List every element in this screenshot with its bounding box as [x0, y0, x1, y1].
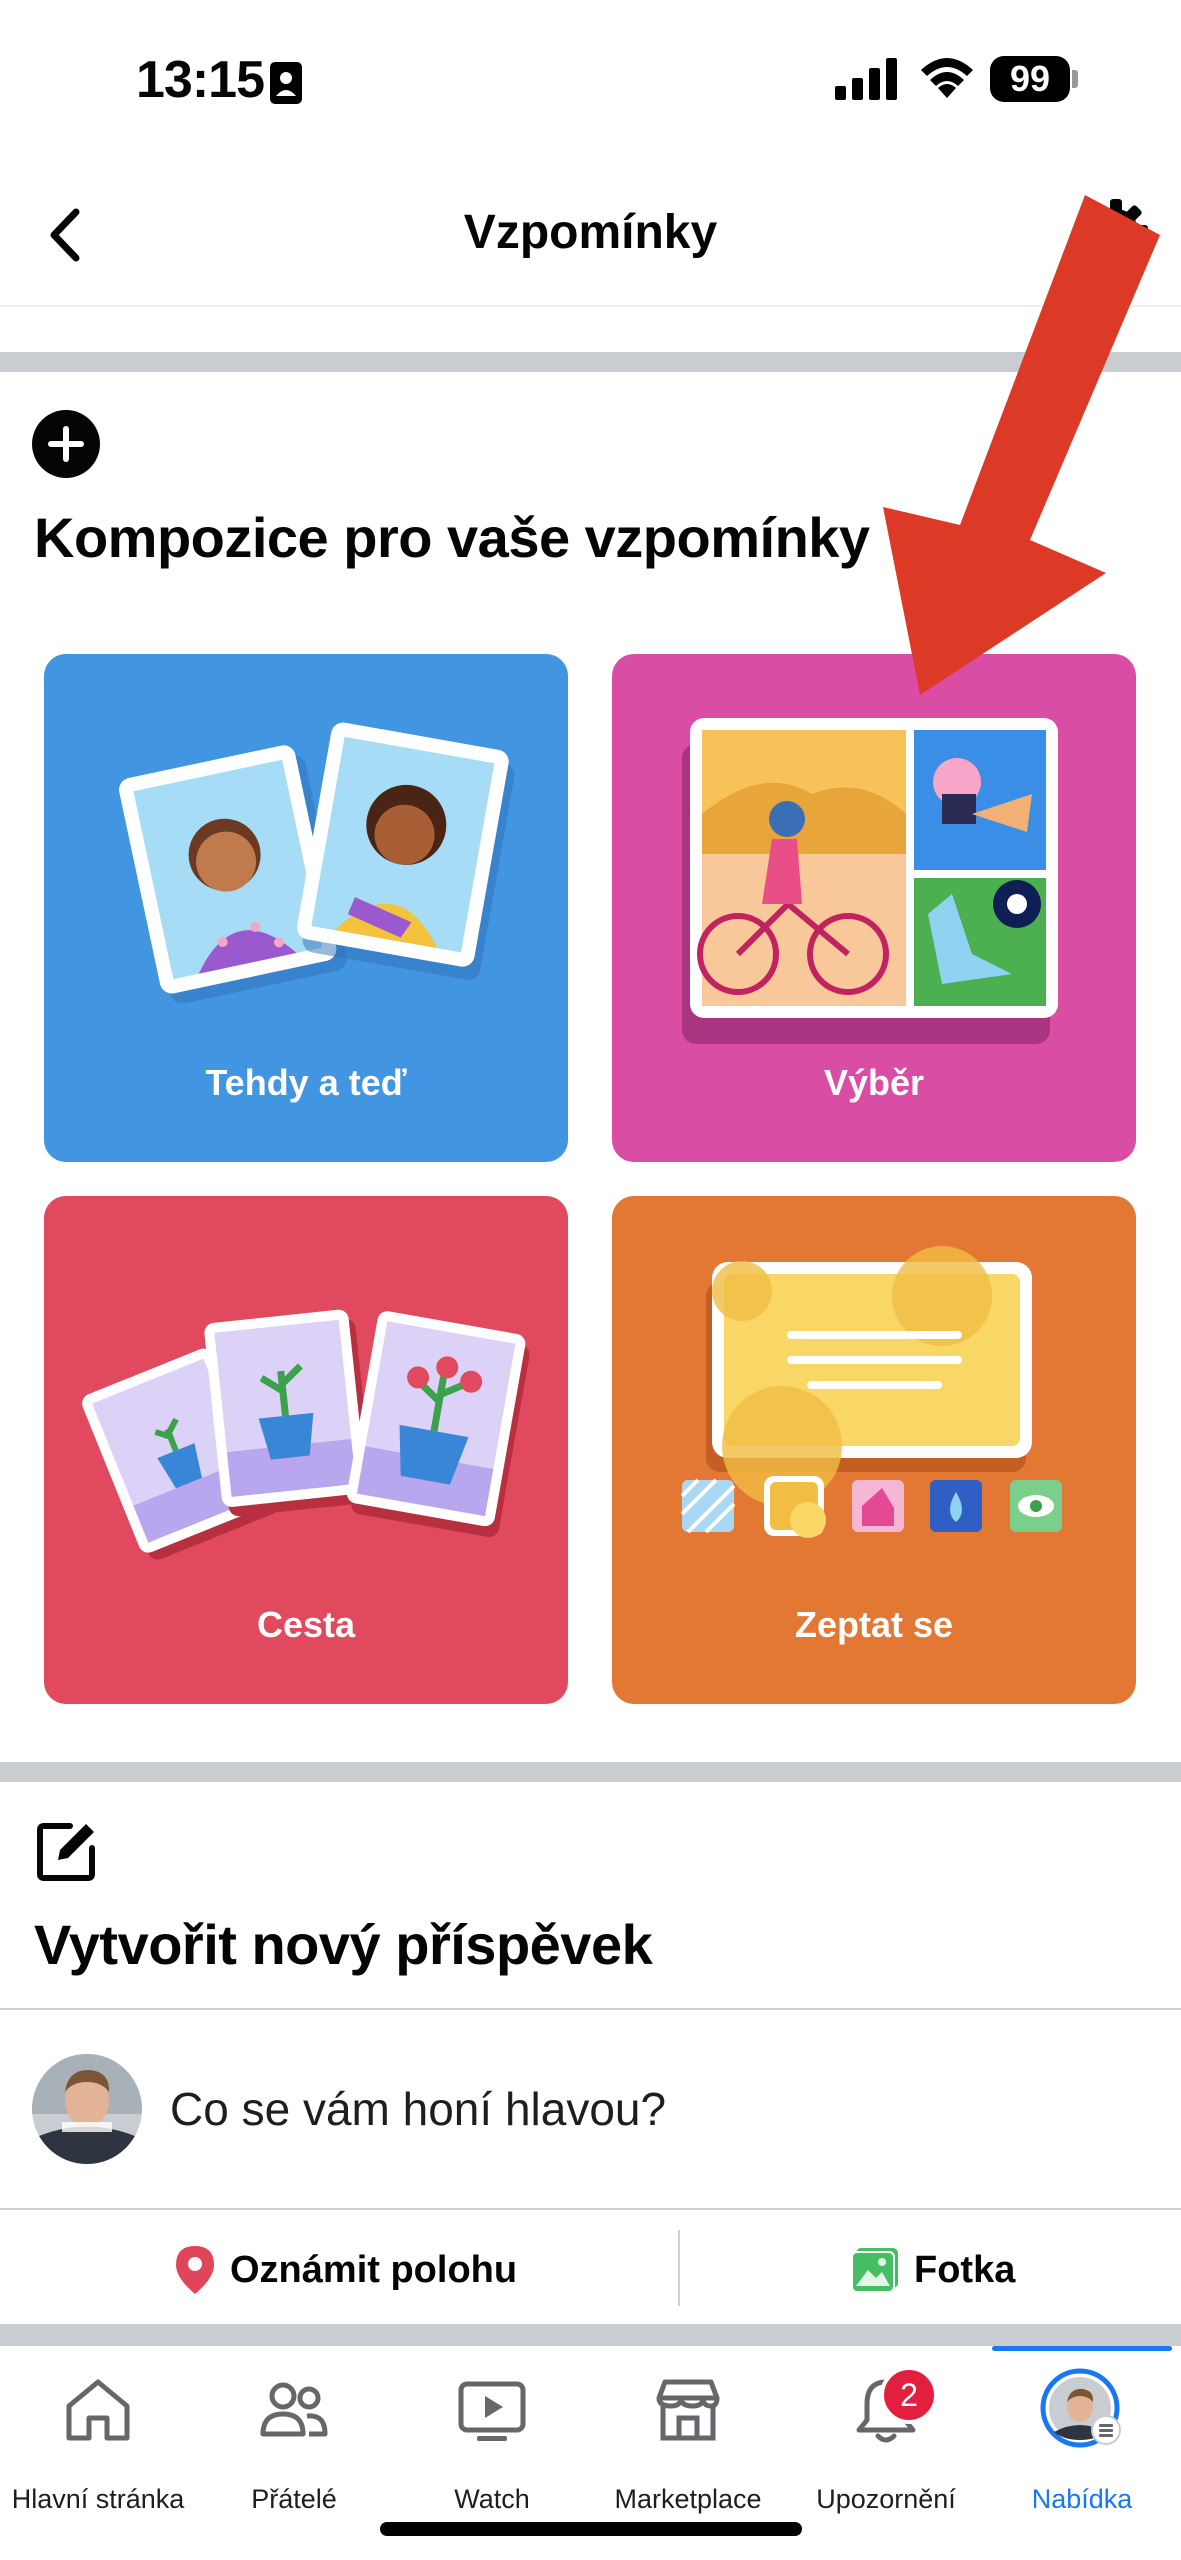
card-label: Výběr: [823, 1062, 925, 1103]
photo-button[interactable]: Fotka: [852, 2240, 1015, 2300]
card-label: Zeptat se: [794, 1604, 954, 1645]
card-highlights[interactable]: Výběr: [612, 654, 1136, 1162]
tab-label: Nabídka: [1031, 2484, 1133, 2514]
check-in-label: Oznámit polohu: [230, 2248, 518, 2291]
tab-label: Marketplace: [614, 2484, 762, 2514]
tab-label: Watch: [454, 2484, 530, 2514]
create-post-title: Vytvořit nový příspěvek: [34, 1913, 653, 1976]
active-tab-indicator: [992, 2346, 1172, 2351]
tab-watch[interactable]: Watch: [394, 2374, 590, 2524]
home-indicator[interactable]: [380, 2522, 802, 2536]
card-ask[interactable]: Zeptat se: [612, 1196, 1136, 1704]
photo-icon: [852, 2248, 898, 2292]
tab-home[interactable]: Hlavní stránka: [0, 2374, 196, 2524]
section-separator: [0, 2324, 1181, 2346]
wifi-icon: [921, 58, 973, 98]
section-separator: [0, 1762, 1181, 1782]
card-label: Cesta: [256, 1604, 356, 1645]
card-journey[interactable]: Cesta: [44, 1196, 568, 1704]
cellular-signal-icon: [835, 58, 897, 100]
tab-label: Hlavní stránka: [11, 2484, 185, 2514]
add-circle-icon[interactable]: [32, 410, 100, 478]
contact-card-icon: [270, 62, 302, 104]
photo-label: Fotka: [914, 2248, 1016, 2291]
avatar[interactable]: [32, 2054, 142, 2164]
home-icon: [66, 2379, 130, 2441]
edit-icon: [37, 1823, 95, 1881]
watch-icon: [458, 2381, 526, 2441]
marketplace-icon: [656, 2379, 720, 2441]
friends-icon: [260, 2382, 328, 2437]
tab-friends[interactable]: Přátelé: [196, 2374, 392, 2524]
tab-notifications[interactable]: 2 Upozornění: [788, 2366, 984, 2524]
check-in-button[interactable]: Oznámit polohu: [176, 2240, 517, 2300]
tab-marketplace[interactable]: Marketplace: [590, 2374, 786, 2524]
location-pin-icon: [176, 2246, 214, 2294]
battery-indicator: 99: [990, 56, 1078, 102]
annotation-arrow: [883, 195, 1160, 695]
create-post-divider: [0, 2008, 1181, 2010]
tab-menu[interactable]: Nabídka: [984, 2368, 1180, 2524]
notification-badge: 2: [880, 2366, 938, 2424]
tab-label: Upozornění: [816, 2484, 956, 2514]
menu-avatar-icon: [1040, 2368, 1121, 2448]
battery-nub: [1072, 70, 1078, 88]
card-then-and-now[interactable]: Tehdy a teď: [44, 654, 568, 1162]
compositions-title: Kompozice pro vaše vzpomínky: [34, 506, 870, 569]
battery-level: 99: [990, 56, 1070, 102]
actions-separator: [678, 2230, 680, 2306]
tab-label: Přátelé: [251, 2484, 337, 2514]
status-time: 13:15: [136, 51, 265, 109]
card-label: Tehdy a teď: [205, 1062, 407, 1103]
actions-divider: [0, 2208, 1181, 2210]
post-composer-input[interactable]: Co se vám honí hlavou?: [170, 2082, 666, 2136]
